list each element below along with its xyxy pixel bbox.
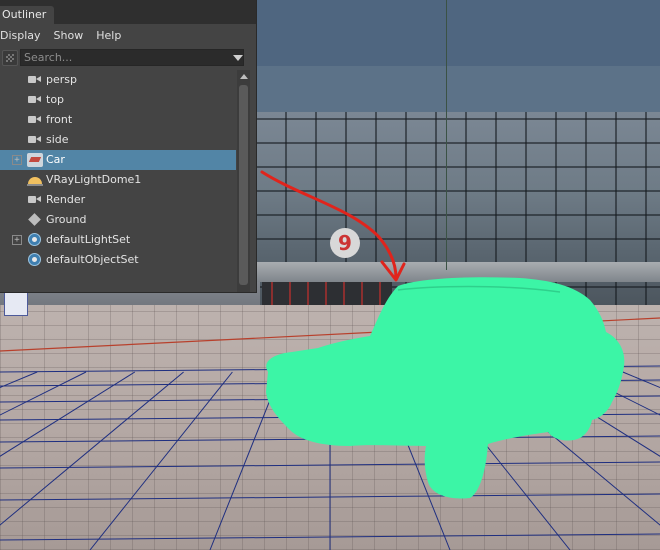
menu-show[interactable]: Show: [48, 29, 91, 42]
set-icon: [27, 233, 43, 247]
dome-light-icon: [27, 173, 43, 187]
scrollbar-thumb[interactable]: [239, 85, 248, 285]
item-label: defaultLightSet: [46, 233, 131, 246]
outliner-item-front[interactable]: front: [0, 110, 236, 130]
item-label: front: [46, 113, 73, 126]
outliner-tree: persp top front side + Car VRayLightDome…: [0, 70, 236, 270]
scroll-up-arrow-icon[interactable]: [240, 74, 248, 79]
outliner-item-defaultlightset[interactable]: + defaultLightSet: [0, 230, 236, 250]
outliner-item-car[interactable]: + Car: [0, 150, 236, 170]
camera-icon: [27, 113, 43, 127]
outliner-item-vraylightdome1[interactable]: VRayLightDome1: [0, 170, 236, 190]
expand-icon[interactable]: +: [12, 155, 22, 165]
outliner-item-ground[interactable]: Ground: [0, 210, 236, 230]
camera-icon: [27, 193, 43, 207]
menu-display[interactable]: Display: [0, 29, 48, 42]
tab-outliner[interactable]: Outliner: [0, 6, 55, 24]
item-label: side: [46, 133, 69, 146]
expand-icon[interactable]: +: [12, 235, 22, 245]
outliner-item-side[interactable]: side: [0, 130, 236, 150]
outliner-item-persp[interactable]: persp: [0, 70, 236, 90]
set-icon: [27, 253, 43, 267]
item-label: top: [46, 93, 65, 106]
camera-icon: [27, 133, 43, 147]
item-label: persp: [46, 73, 77, 86]
item-label: Render: [46, 193, 86, 206]
item-label: Ground: [46, 213, 87, 226]
mesh-transform-icon: [27, 153, 43, 167]
item-label: VRayLightDome1: [46, 173, 142, 186]
outliner-tab-bar: Outliner: [0, 0, 256, 24]
outliner-item-top[interactable]: top: [0, 90, 236, 110]
item-label: Car: [46, 153, 65, 166]
camera-icon: [27, 93, 43, 107]
annotation-arrow: [260, 170, 406, 282]
outliner-search-row: [0, 46, 256, 70]
filter-icon[interactable]: [2, 50, 18, 66]
search-input[interactable]: [20, 49, 244, 66]
search-dropdown-arrow-icon[interactable]: [233, 55, 243, 61]
outliner-panel[interactable]: Outliner Display Show Help persp top fro…: [0, 0, 257, 293]
outliner-item-defaultobjectset[interactable]: defaultObjectSet: [0, 250, 236, 270]
camera-icon: [27, 73, 43, 87]
outliner-item-render[interactable]: Render: [0, 190, 236, 210]
outliner-menu-bar: Display Show Help: [0, 24, 256, 46]
menu-help[interactable]: Help: [90, 29, 128, 42]
outliner-scrollbar[interactable]: [237, 70, 250, 292]
item-label: defaultObjectSet: [46, 253, 139, 266]
ground-plane-icon: [27, 213, 43, 227]
